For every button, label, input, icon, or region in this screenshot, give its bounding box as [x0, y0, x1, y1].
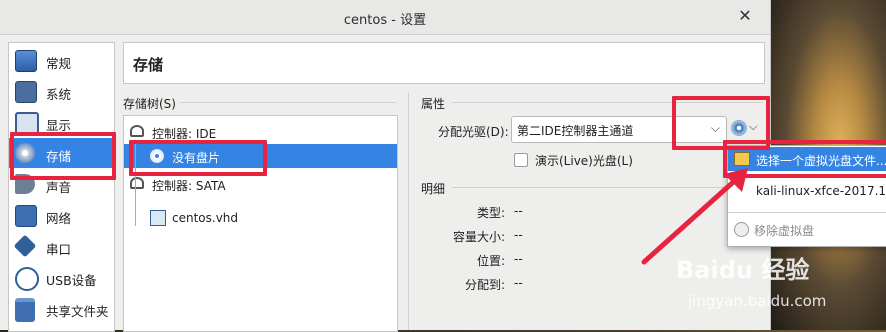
watermark-url: jingyan.baidu.com — [688, 292, 827, 310]
watermark-brand: Baidu 经验 — [676, 256, 810, 284]
